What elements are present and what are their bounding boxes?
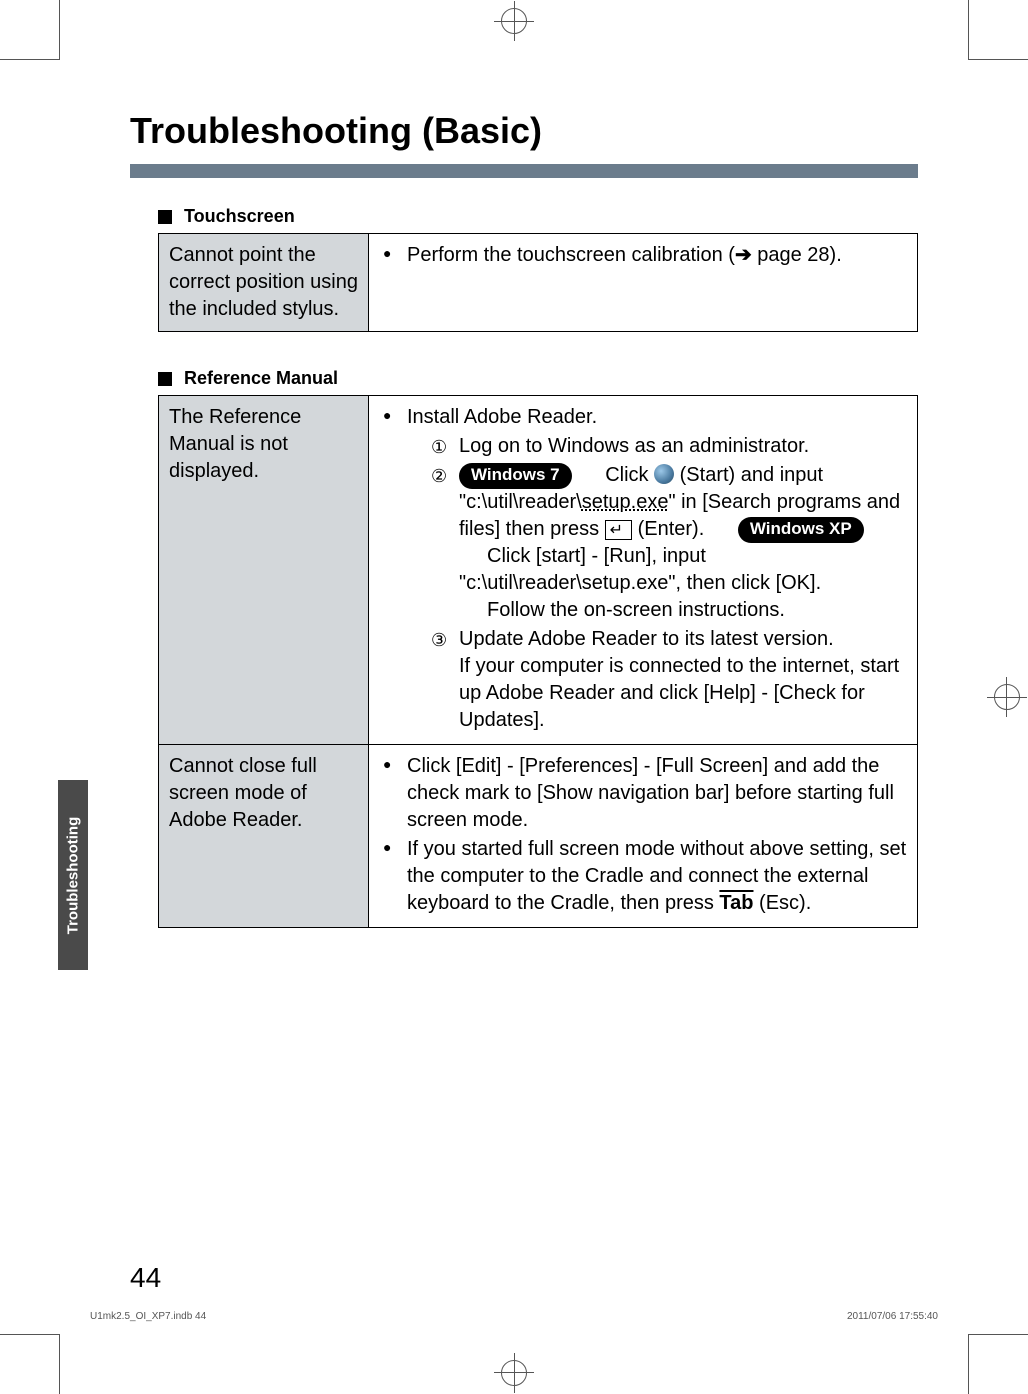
text: (Esc).: [753, 892, 811, 914]
step-number-icon: ③: [431, 628, 447, 652]
step-2: ② Windows 7 Click (Start) and input "c:\…: [431, 462, 907, 624]
row-content: Click [Edit] - [Preferences] - [Full Scr…: [369, 745, 918, 928]
registration-mark: [1006, 677, 1007, 717]
step-1: ① Log on to Windows as an administrator.: [431, 433, 907, 460]
arrow-icon: ➔: [735, 244, 752, 266]
row-label: The Reference Manual is not displayed.: [159, 396, 369, 745]
table-row: Cannot point the correct position using …: [159, 234, 918, 332]
table-row: Cannot close full screen mode of Adobe R…: [159, 745, 918, 928]
text: page 28).: [752, 244, 842, 266]
touchscreen-table: Cannot point the correct position using …: [158, 233, 918, 332]
crop-mark: [968, 0, 969, 60]
row-content: Install Adobe Reader. ① Log on to Windows…: [369, 396, 918, 745]
crop-mark: [0, 59, 60, 60]
footer-left: U1mk2.5_OI_XP7.indb 44: [90, 1311, 206, 1322]
text: Click [start] - [Run], input "c:\util\re…: [459, 545, 821, 594]
step-number-icon: ①: [431, 435, 447, 459]
text: Log on to Windows as an administrator.: [459, 435, 809, 457]
crop-mark: [0, 1334, 60, 1335]
registration-mark: [514, 1353, 515, 1393]
page-title: Troubleshooting (Basic): [130, 110, 918, 152]
page-number: 44: [130, 1262, 161, 1294]
section-heading-label: Touchscreen: [184, 206, 295, 227]
square-bullet-icon: [158, 210, 172, 224]
enter-key-icon: ↵: [605, 520, 632, 540]
windows-xp-block: Windows XP: [738, 518, 864, 540]
registration-mark: [987, 697, 1027, 698]
side-tab-label: Troubleshooting: [65, 816, 82, 934]
section-heading-touchscreen: Touchscreen: [158, 206, 918, 227]
text: (Enter).: [632, 518, 704, 540]
row-label: Cannot close full screen mode of Adobe R…: [159, 745, 369, 928]
windows-7-pill: Windows 7: [459, 463, 572, 489]
text: If you started full screen mode without …: [407, 838, 906, 914]
row-label: Cannot point the correct position using …: [159, 234, 369, 332]
row-content: Perform the touchscreen calibration (➔ p…: [369, 234, 918, 332]
list-item: Perform the touchscreen calibration (➔ p…: [383, 242, 907, 269]
crop-mark: [59, 0, 60, 60]
print-footer: U1mk2.5_OI_XP7.indb 44 2011/07/06 17:55:…: [90, 1311, 968, 1322]
title-rule: [130, 164, 918, 178]
list-item: If you started full screen mode without …: [383, 836, 907, 917]
crop-mark: [968, 59, 1028, 60]
side-tab-troubleshooting: Troubleshooting: [58, 780, 88, 970]
registration-mark: [514, 1, 515, 41]
section-heading-reference-manual: Reference Manual: [158, 368, 918, 389]
square-bullet-icon: [158, 372, 172, 386]
crop-mark: [968, 1334, 969, 1394]
reference-manual-table: The Reference Manual is not displayed. I…: [158, 395, 918, 928]
crop-mark: [968, 1334, 1028, 1335]
page-body: Troubleshooting (Basic) Touchscreen Cann…: [60, 60, 968, 1334]
tab-key: Tab: [719, 892, 753, 914]
step-number-icon: ②: [431, 464, 447, 488]
text: Click: [605, 464, 654, 486]
footer-right: 2011/07/06 17:55:40: [847, 1311, 938, 1322]
text: Follow the on-screen instructions.: [487, 599, 785, 621]
section-heading-label: Reference Manual: [184, 368, 338, 389]
start-orb-icon: [654, 464, 674, 484]
crop-mark: [59, 1334, 60, 1394]
text: Update Adobe Reader to its latest versio…: [459, 628, 834, 650]
text: Install Adobe Reader.: [407, 406, 597, 428]
windows-xp-pill: Windows XP: [738, 517, 864, 543]
text: If your computer is connected to the int…: [459, 653, 907, 734]
text: Perform the touchscreen calibration (: [407, 244, 735, 266]
table-row: The Reference Manual is not displayed. I…: [159, 396, 918, 745]
list-item: Click [Edit] - [Preferences] - [Full Scr…: [383, 753, 907, 834]
step-3: ③ Update Adobe Reader to its latest vers…: [431, 626, 907, 734]
list-item: Install Adobe Reader. ① Log on to Windows…: [383, 404, 907, 734]
text-dotted: setup.exe: [582, 491, 669, 513]
